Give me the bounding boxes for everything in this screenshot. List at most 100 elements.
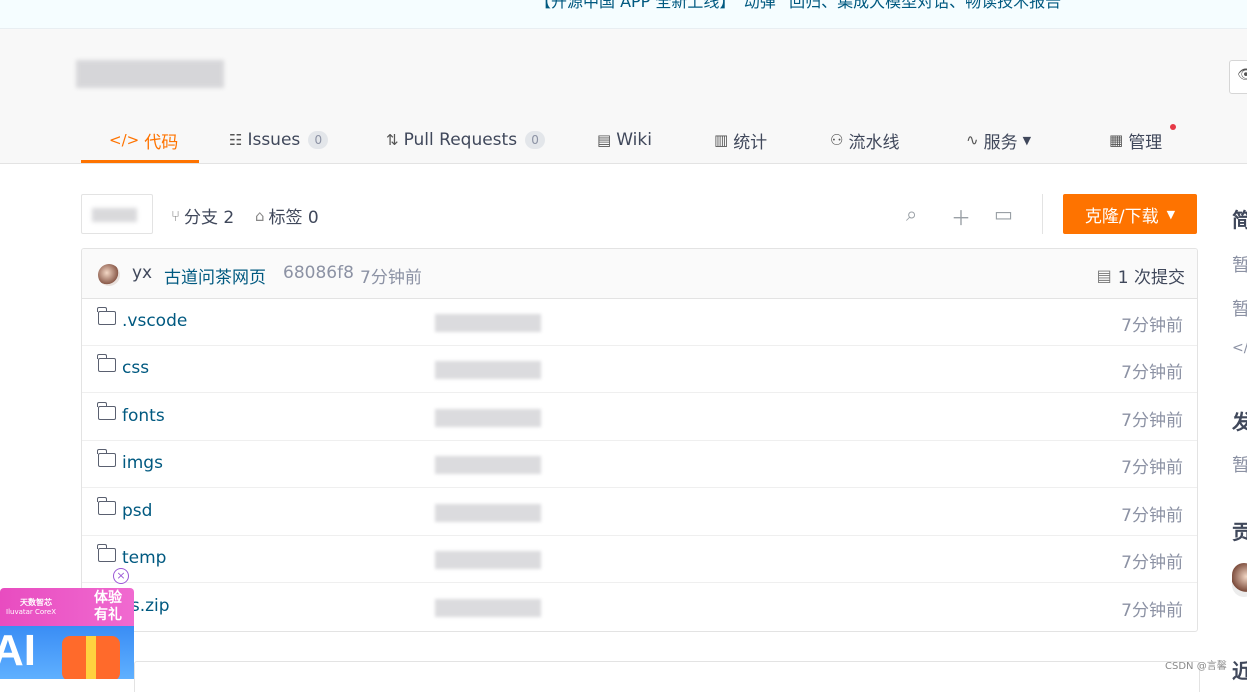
avatar[interactable] xyxy=(98,264,120,286)
sidebar-text: 暂 xyxy=(1232,299,1247,320)
file-name[interactable]: css xyxy=(122,358,149,378)
sidebar-text: </ xyxy=(1232,340,1247,356)
file-name[interactable]: imgs xyxy=(122,453,163,473)
folder-icon xyxy=(97,354,116,372)
tab-issues[interactable]: ☷ Issues 0 xyxy=(229,118,329,162)
close-icon[interactable]: × xyxy=(113,568,129,584)
clone-download-button[interactable]: 克隆/下载 ▼ xyxy=(1063,194,1197,234)
caret-down-icon: ▼ xyxy=(1166,207,1176,221)
sidebar-heading-recent: 近 xyxy=(1232,659,1247,683)
tab-code[interactable]: </> 代码 xyxy=(109,118,178,162)
commit-count-link[interactable]: ▤ 1 次提交 xyxy=(1097,263,1185,288)
tab-label: Issues xyxy=(247,130,301,150)
issues-count-badge: 0 xyxy=(308,131,329,149)
tab-label: 管理 xyxy=(1128,132,1163,153)
ad-header: 天数智芯 Iluvatar CoreX 体验 有礼 xyxy=(0,588,134,626)
tab-admin[interactable]: ▦ 管理 xyxy=(1109,118,1162,162)
tab-label: 统计 xyxy=(733,132,768,153)
file-time: 7分钟前 xyxy=(1121,316,1183,336)
code-icon: </> xyxy=(109,131,140,149)
branch-selector[interactable] xyxy=(81,194,153,234)
table-row[interactable]: .vscode 7分钟前 xyxy=(82,298,1197,346)
watch-button[interactable]: 👁 xyxy=(1229,60,1247,94)
ad-cta-text: 体验 有礼 xyxy=(94,590,122,623)
table-row[interactable]: imgs 7分钟前 xyxy=(82,440,1197,488)
pr-count-badge: 0 xyxy=(525,131,546,149)
file-time: 7分钟前 xyxy=(1121,363,1183,383)
tab-services[interactable]: ∿ 服务 ▼ xyxy=(966,118,1031,162)
tab-stats[interactable]: ▥ 统计 xyxy=(714,118,767,162)
file-name[interactable]: psd xyxy=(122,501,152,521)
commit-author[interactable]: yx xyxy=(132,263,152,283)
commit-message-redacted xyxy=(435,504,541,522)
issues-icon: ☷ xyxy=(229,131,243,149)
commit-message-redacted xyxy=(435,551,541,569)
file-table: yx 古道问茶网页 68086f8 7分钟前 ▤ 1 次提交 .vscode 7… xyxy=(81,248,1198,632)
file-name[interactable]: fonts xyxy=(122,406,165,426)
sidebar-text: 暂 xyxy=(1232,455,1247,476)
ad-ai-text: AI xyxy=(0,626,36,675)
file-name[interactable]: .vscode xyxy=(122,311,187,331)
project-title-redacted xyxy=(76,60,224,88)
bar-chart-icon: ▥ xyxy=(714,131,729,149)
folder-icon xyxy=(97,544,116,562)
commit-time: 7分钟前 xyxy=(360,268,422,288)
folder-icon xyxy=(97,402,116,420)
commit-message-redacted xyxy=(435,599,541,617)
table-row[interactable]: psd 7分钟前 xyxy=(82,488,1197,536)
file-time: 7分钟前 xyxy=(1121,601,1183,621)
clone-label: 克隆/下载 xyxy=(1084,206,1159,227)
contributor-avatar[interactable] xyxy=(1232,563,1247,597)
file-time: 7分钟前 xyxy=(1121,553,1183,573)
tab-pipeline[interactable]: ⚇ 流水线 xyxy=(830,118,899,162)
sidebar-heading-contributors: 贡 xyxy=(1232,520,1247,544)
top-banner: 【开源中国 APP 全新上线】“动弹” 回归、集成大模型对话、畅读技术报告 xyxy=(0,0,1247,29)
toolbar-divider xyxy=(1042,194,1043,234)
commit-hash[interactable]: 68086f8 xyxy=(283,263,354,283)
commit-message-redacted xyxy=(435,409,541,427)
promo-ad[interactable]: 天数智芯 Iluvatar CoreX 体验 有礼 AI xyxy=(0,588,134,679)
commit-message[interactable]: 古道问茶网页 xyxy=(164,263,266,288)
branch-icon: ⑂ xyxy=(171,206,181,225)
document-icon: ▦ xyxy=(1109,131,1124,149)
banner-link[interactable]: 【开源中国 APP 全新上线】“动弹” 回归、集成大模型对话、畅读技术报告 xyxy=(535,0,1061,12)
caret-down-icon: ▼ xyxy=(1022,133,1032,147)
table-row[interactable]: temp 7分钟前 xyxy=(82,535,1197,583)
gift-icon xyxy=(62,636,120,679)
commit-message-redacted xyxy=(435,314,541,332)
tab-label: 服务 xyxy=(983,132,1018,153)
monitor-icon[interactable]: ▭ xyxy=(994,202,1013,226)
tab-wiki[interactable]: ▤ Wiki xyxy=(597,118,652,162)
tab-label: 流水线 xyxy=(848,132,900,153)
watermark: CSDN @言馨 xyxy=(1165,661,1227,672)
folder-icon xyxy=(97,497,116,515)
commit-message-redacted xyxy=(435,456,541,474)
plus-icon[interactable]: ＋ xyxy=(951,202,971,231)
file-time: 7分钟前 xyxy=(1121,411,1183,431)
notification-dot xyxy=(1170,124,1176,130)
table-row[interactable]: fonts 7分钟前 xyxy=(82,393,1197,441)
tags-link[interactable]: ⌂ 标签 0 xyxy=(255,203,319,229)
table-row[interactable]: ss.zip 7分钟前 xyxy=(82,583,1197,630)
sidebar-heading-intro: 简 xyxy=(1232,208,1247,232)
tab-pull-requests[interactable]: ⇅ Pull Requests 0 xyxy=(386,118,546,162)
latest-commit-bar: yx 古道问茶网页 68086f8 7分钟前 ▤ 1 次提交 xyxy=(82,249,1197,299)
tag-icon: ⌂ xyxy=(255,206,265,225)
readme-panel xyxy=(134,661,1200,692)
branches-count: 分支 2 xyxy=(184,208,235,228)
sidebar-text: 暂 xyxy=(1232,255,1247,276)
search-icon[interactable]: ⌕ xyxy=(906,202,917,226)
file-time: 7分钟前 xyxy=(1121,506,1183,526)
commits-icon: ▤ xyxy=(1096,266,1112,285)
table-row[interactable]: css 7分钟前 xyxy=(82,345,1197,393)
tab-label: Pull Requests xyxy=(403,130,518,150)
branches-link[interactable]: ⑂ 分支 2 xyxy=(171,203,235,229)
file-name[interactable]: temp xyxy=(122,548,166,568)
branch-name-redacted xyxy=(92,208,137,222)
eye-icon: 👁 xyxy=(1237,67,1247,83)
tab-label: Wiki xyxy=(616,130,652,150)
tab-label: 代码 xyxy=(144,132,179,153)
active-tab-indicator xyxy=(81,160,199,163)
book-icon: ▤ xyxy=(597,131,612,149)
tags-count: 标签 0 xyxy=(268,208,319,228)
